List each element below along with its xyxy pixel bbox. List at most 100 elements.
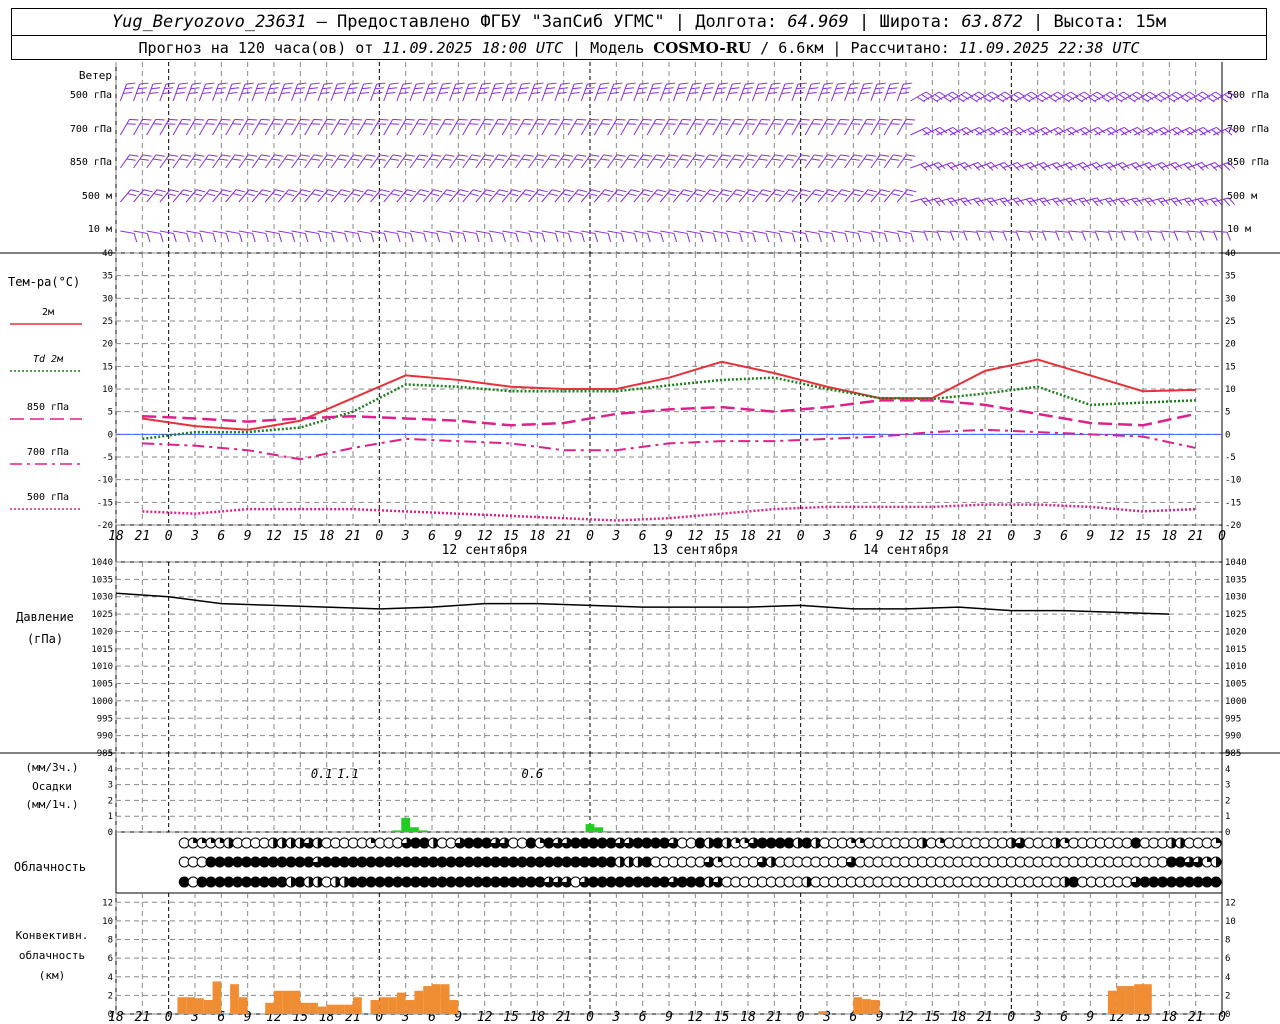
wind-barb-500m xyxy=(686,189,706,203)
wind-barb-flag xyxy=(234,118,244,121)
wind-barb-flag xyxy=(484,118,494,121)
wind-barb-850hpa xyxy=(383,154,402,169)
wind-barb-500hpa xyxy=(593,82,610,102)
wind-barb-shaft xyxy=(739,230,754,234)
wind-barb-500hpa xyxy=(514,82,531,102)
wind-barb-shaft xyxy=(264,83,272,102)
wind-barb-500hpa xyxy=(554,82,570,102)
wind-barb-850hpa xyxy=(119,154,139,169)
wind-barb-500hpa xyxy=(765,82,781,102)
wind-barb-500m xyxy=(673,189,693,203)
wind-barb-shaft xyxy=(817,154,828,169)
wind-barb-shaft xyxy=(897,230,912,234)
wind-barb-flag xyxy=(814,154,824,157)
wind-barb-flag xyxy=(471,118,481,121)
wind-barb-shaft xyxy=(883,83,891,102)
bottom-hour-label: 0 xyxy=(797,1010,805,1024)
precip-bar xyxy=(594,827,604,832)
wind-barb-flag xyxy=(578,189,588,193)
wind-barb-shaft xyxy=(1107,91,1124,102)
wind-barb-flag xyxy=(1025,198,1033,207)
wind-barb-flag xyxy=(616,154,626,157)
wind-barb-shaft xyxy=(831,230,846,234)
date-label: 13 сентября xyxy=(652,543,738,558)
wind-barb-flag xyxy=(1029,232,1034,241)
wind-barb-500m xyxy=(264,189,285,203)
wind-barb-flag xyxy=(563,154,573,157)
wind-barb-flag xyxy=(429,82,439,85)
wind-barb-shaft xyxy=(133,119,143,136)
wind-barb-shaft xyxy=(383,230,398,234)
wind-barb-shaft xyxy=(370,83,378,102)
wind-barb-flag xyxy=(1055,232,1060,241)
wind-barb-shaft xyxy=(449,83,457,102)
wind-barb-shaft xyxy=(278,230,293,234)
wind-barb-flag xyxy=(383,233,388,243)
wind-barb-500m xyxy=(580,189,601,203)
wind-barb-850hpa xyxy=(541,154,560,169)
wind-barb-shaft xyxy=(804,119,815,136)
wind-barb-flag xyxy=(165,82,175,85)
wind-barb-shaft xyxy=(396,230,411,234)
wind-barb-flag xyxy=(871,233,875,243)
wind-barb-500m xyxy=(910,197,933,207)
wind-barb-500hpa xyxy=(528,82,544,102)
wind-barb-shaft xyxy=(870,230,885,234)
wind-barb-flag xyxy=(183,189,193,193)
wind-barb-shaft xyxy=(488,83,496,102)
wind-barb-flag xyxy=(212,233,217,243)
wind-barb-shaft xyxy=(199,230,214,234)
wind-barb-flag xyxy=(686,233,691,243)
wind-barb-850hpa xyxy=(514,154,534,169)
wind-barb-shaft xyxy=(238,83,246,102)
wind-barb-flag xyxy=(275,189,285,193)
wind-barb-shaft xyxy=(172,83,180,102)
wind-barb-shaft xyxy=(120,189,132,203)
wind-barb-850hpa xyxy=(198,154,218,169)
wind-barb-flag xyxy=(300,154,310,157)
wind-barb-flag xyxy=(407,189,416,193)
wind-barb-shaft xyxy=(383,83,391,102)
wind-barb-shaft xyxy=(475,83,483,102)
wind-barb-flag xyxy=(313,118,323,121)
wind-barb-shaft xyxy=(383,154,394,169)
wind-barb-flag xyxy=(209,189,219,193)
wind-barb-shaft xyxy=(738,154,749,169)
convective-ytick-left: 8 xyxy=(108,936,113,946)
wind-barb-flag xyxy=(879,154,889,157)
wind-barb-flag xyxy=(392,154,402,157)
wind-barb-850hpa xyxy=(567,154,587,169)
convective-bar xyxy=(449,1000,459,1014)
wind-barb-shaft xyxy=(1107,230,1122,233)
wind-level-left: 850 гПа xyxy=(70,157,112,168)
precip-ytick-right: 5 xyxy=(1225,749,1230,759)
wind-level-right: 10 м xyxy=(1227,224,1251,235)
wind-barb-flag xyxy=(1012,198,1020,207)
wind-barb-flag xyxy=(538,189,548,193)
wind-barb-flag xyxy=(468,82,478,85)
wind-barb-flag xyxy=(884,233,888,243)
wind-barb-flag xyxy=(284,82,294,85)
wind-barb-shaft xyxy=(119,119,130,136)
wind-barb-flag xyxy=(445,118,455,121)
wind-barb-flag xyxy=(376,82,386,85)
wind-barb-shaft xyxy=(528,83,536,102)
wind-barb-flag xyxy=(828,189,838,193)
wind-barb-flag xyxy=(629,154,639,157)
wind-barb-shaft xyxy=(159,83,167,102)
temp-ytick-left: 35 xyxy=(102,272,113,282)
bottom-hour-label: 3 xyxy=(611,1010,620,1024)
precip-bar xyxy=(585,824,595,832)
wind-barb-shaft xyxy=(185,154,196,169)
temp-hour-label: 3 xyxy=(401,529,410,544)
wind-barb-flag xyxy=(568,233,572,243)
temp-ytick-left: 0 xyxy=(108,430,113,440)
wind-barb-500m xyxy=(383,189,403,203)
pressure-ytick-left: 995 xyxy=(97,714,113,724)
convective-ytick-left: 4 xyxy=(108,973,113,983)
wind-barb-shaft xyxy=(1015,230,1030,233)
wind-barb-500m xyxy=(607,189,627,203)
wind-barb-flag xyxy=(1131,198,1138,207)
wind-barb-shaft xyxy=(567,230,582,234)
wind-barb-flag xyxy=(749,189,759,193)
